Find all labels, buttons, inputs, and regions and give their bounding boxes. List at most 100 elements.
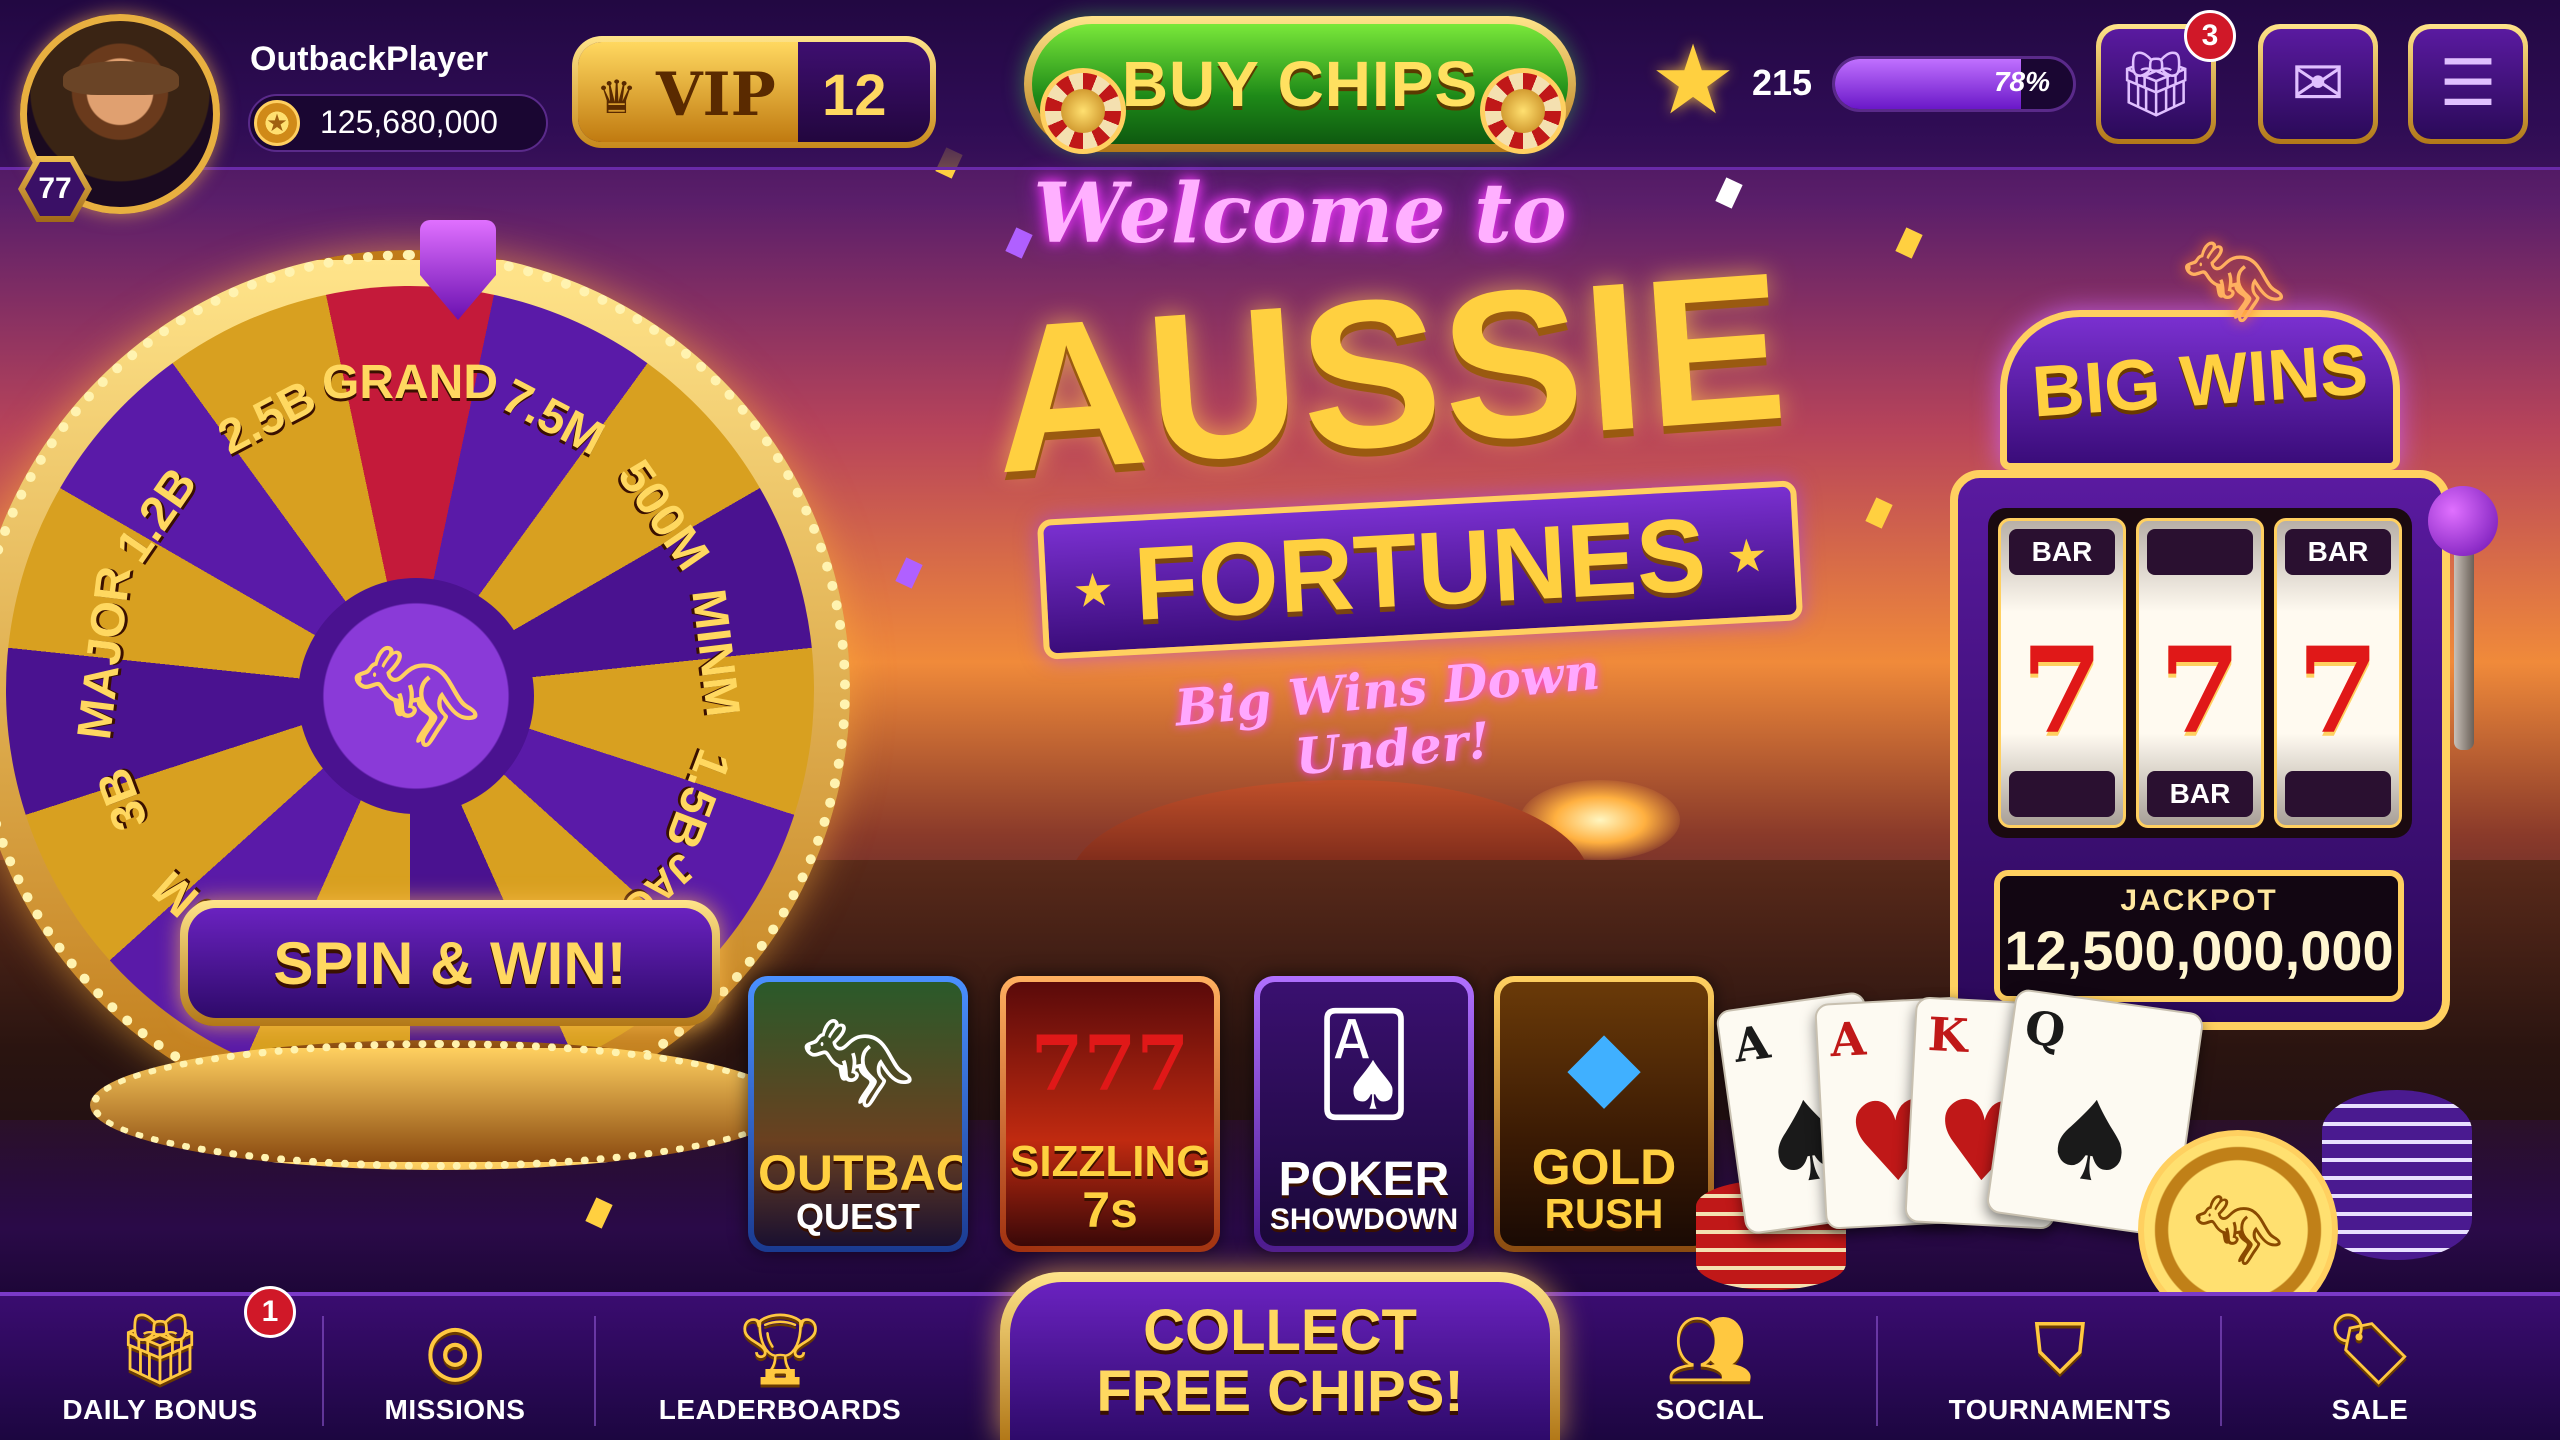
shield-icon: ⛉ — [2033, 1308, 2087, 1390]
reel-bottom-symbol — [2009, 771, 2115, 817]
nav-label: SALE — [2331, 1394, 2409, 1425]
playing-cards-icon: 🂡 — [1314, 1007, 1414, 1120]
tile-title-line2: QUEST — [795, 1196, 920, 1238]
vip-badge[interactable]: ♛ VIP 12 — [572, 36, 936, 148]
tile-title-line1: GOLD — [1531, 1139, 1677, 1196]
kangaroo-neon-icon: 🦘︎ — [2178, 230, 2290, 333]
card-rank: K — [1926, 1006, 1970, 1063]
tile-inner: 🂡 POKER SHOWDOWN — [1260, 982, 1468, 1246]
chip-balance: 125,680,000 — [320, 104, 498, 140]
trophy-icon: 🏆︎ — [735, 1308, 825, 1390]
slot-lever[interactable] — [2454, 530, 2474, 750]
gem-icon: ◆ — [1567, 1007, 1641, 1120]
spin-win-label: SPIN & WIN! — [273, 929, 627, 997]
nav-divider — [1876, 1316, 1878, 1426]
nav-tournaments[interactable]: ⛉ TOURNAMENTS — [1930, 1296, 2190, 1440]
game-tile-poker-showdown[interactable]: 🂡 POKER SHOWDOWN — [1254, 976, 1474, 1252]
nav-label: MISSIONS — [384, 1394, 526, 1425]
reel-top-symbol: BAR — [2285, 529, 2391, 575]
level-value: 77 — [25, 162, 85, 216]
slot-reel: 7 BAR — [2136, 518, 2264, 828]
xp-percent: 78% — [1993, 66, 2050, 97]
nav-social[interactable]: 👥︎ SOCIAL — [1600, 1296, 1820, 1440]
wheel-segment-label: 2.5B — [209, 370, 325, 465]
reel-bottom-symbol — [2285, 771, 2391, 817]
vip-label: VIP — [656, 60, 776, 130]
game-tile-outback-quest[interactable]: 🦘︎ OUTBACK QUEST — [748, 976, 968, 1252]
poker-chip-icon — [1040, 68, 1126, 154]
reel-seven-symbol: 7 — [2296, 621, 2380, 760]
tile-inner: ◆ GOLD RUSH — [1500, 982, 1708, 1246]
kangaroo-hub-icon: 🦘︎ — [298, 578, 534, 814]
nav-sale[interactable]: 🏷︎ SALE — [2270, 1296, 2470, 1440]
slot-reels: BAR 7 7 BAR BAR 7 — [1988, 508, 2412, 838]
hat-icon — [63, 61, 179, 95]
reel-top-symbol — [2147, 529, 2253, 575]
target-icon: ◎ — [424, 1308, 486, 1390]
jackpot-label: JACKPOT — [2120, 884, 2278, 917]
game-tile-sizzling-7s[interactable]: 777 SIZZLING 7s — [1000, 976, 1220, 1252]
mail-button[interactable]: ✉ — [2258, 24, 2378, 144]
buy-chips-label: BUY CHIPS — [1121, 48, 1479, 120]
reel-seven-symbol: 7 — [2020, 621, 2104, 760]
star-icon: ★ — [1725, 527, 1770, 584]
game-subtitle: FORTUNES — [1131, 496, 1709, 643]
vip-level: 12 — [822, 63, 887, 128]
slot-reel: BAR 7 — [1998, 518, 2126, 828]
menu-button[interactable]: ☰ — [2408, 24, 2528, 144]
featured-slot-machine[interactable]: 🦘︎ BIG WINS BAR 7 7 BAR BAR 7 JACKPOT 12,500,… — [1880, 230, 2500, 1040]
nav-leaderboards[interactable]: 🏆︎ LEADERBOARDS — [650, 1296, 910, 1440]
confetti — [1715, 177, 1743, 209]
nav-divider — [594, 1316, 596, 1426]
tile-title-line1: OUTBACK — [758, 1145, 962, 1202]
reel-top-symbol: BAR — [2009, 529, 2115, 575]
tile-title: OUTBACK QUEST — [758, 1145, 962, 1238]
nav-divider — [2220, 1316, 2222, 1426]
spin-win-button[interactable]: SPIN & WIN! — [180, 900, 720, 1026]
reel-bottom-symbol: BAR — [2147, 771, 2253, 817]
nav-daily-bonus[interactable]: 🎁︎ DAILY BONUS — [60, 1296, 260, 1440]
collect-label-line1: COLLECT — [1143, 1297, 1417, 1363]
star-icon: ★ — [1071, 562, 1116, 619]
nav-divider — [322, 1316, 324, 1426]
nav-label: SOCIAL — [1655, 1394, 1765, 1425]
lever-knob-icon[interactable] — [2428, 486, 2498, 556]
envelope-icon: ✉ — [2263, 29, 2373, 139]
tile-title: GOLD RUSH — [1504, 1142, 1704, 1236]
tile-inner: 🦘︎ OUTBACK QUEST — [754, 982, 962, 1246]
game-tile-gold-rush[interactable]: ◆ GOLD RUSH — [1494, 976, 1714, 1252]
slot-body: BAR 7 7 BAR BAR 7 JACKPOT 12,500,000,000 — [1950, 470, 2450, 1030]
coin-icon: ★ — [254, 100, 300, 146]
game-title: AUSSIE — [985, 227, 1795, 518]
tile-title: SIZZLING 7s — [1010, 1137, 1211, 1238]
reel-seven-symbol: 7 — [2158, 621, 2242, 760]
sevens-icon: 777 — [1030, 1019, 1190, 1109]
collect-free-chips-button[interactable]: COLLECT FREE CHIPS! — [1000, 1272, 1560, 1440]
tag-icon: 🏷︎ — [2325, 1308, 2415, 1390]
spin-win-inner: SPIN & WIN! — [188, 908, 712, 1018]
vip-badge-inner: ♛ VIP 12 — [578, 42, 930, 142]
purple-chip-stack — [2322, 1090, 2472, 1260]
tile-inner: 777 SIZZLING 7s — [1006, 982, 1214, 1246]
tile-title-line1: POKER — [1278, 1153, 1450, 1207]
people-icon: 👥︎ — [1665, 1308, 1755, 1390]
wheel-base — [90, 1040, 790, 1170]
tile-title-line2: SHOWDOWN — [1269, 1203, 1459, 1237]
hamburger-menu-icon: ☰ — [2413, 29, 2523, 139]
card-rank: A — [1828, 1011, 1868, 1068]
tile-title-line2: 7s — [1082, 1182, 1138, 1238]
confetti — [895, 557, 923, 589]
tile-title-line1: SIZZLING — [1010, 1137, 1211, 1187]
gift-icon: 🎁︎ — [115, 1308, 205, 1390]
daily-bonus-badge: 1 — [244, 1286, 296, 1338]
jackpot-value: 12,500,000,000 — [2004, 919, 2394, 982]
player-name: OutbackPlayer — [250, 40, 489, 78]
tile-title-line2: RUSH — [1544, 1190, 1664, 1238]
collect-inner: COLLECT FREE CHIPS! — [1010, 1282, 1550, 1440]
nav-label: LEADERBOARDS — [658, 1394, 902, 1425]
nav-label: TOURNAMENTS — [1948, 1394, 2172, 1425]
crown-icon: ♛ — [596, 70, 638, 124]
kangaroo-icon: 🦘︎ — [797, 1007, 919, 1120]
confetti — [1895, 227, 1923, 259]
nav-missions[interactable]: ◎ MISSIONS — [345, 1296, 565, 1440]
